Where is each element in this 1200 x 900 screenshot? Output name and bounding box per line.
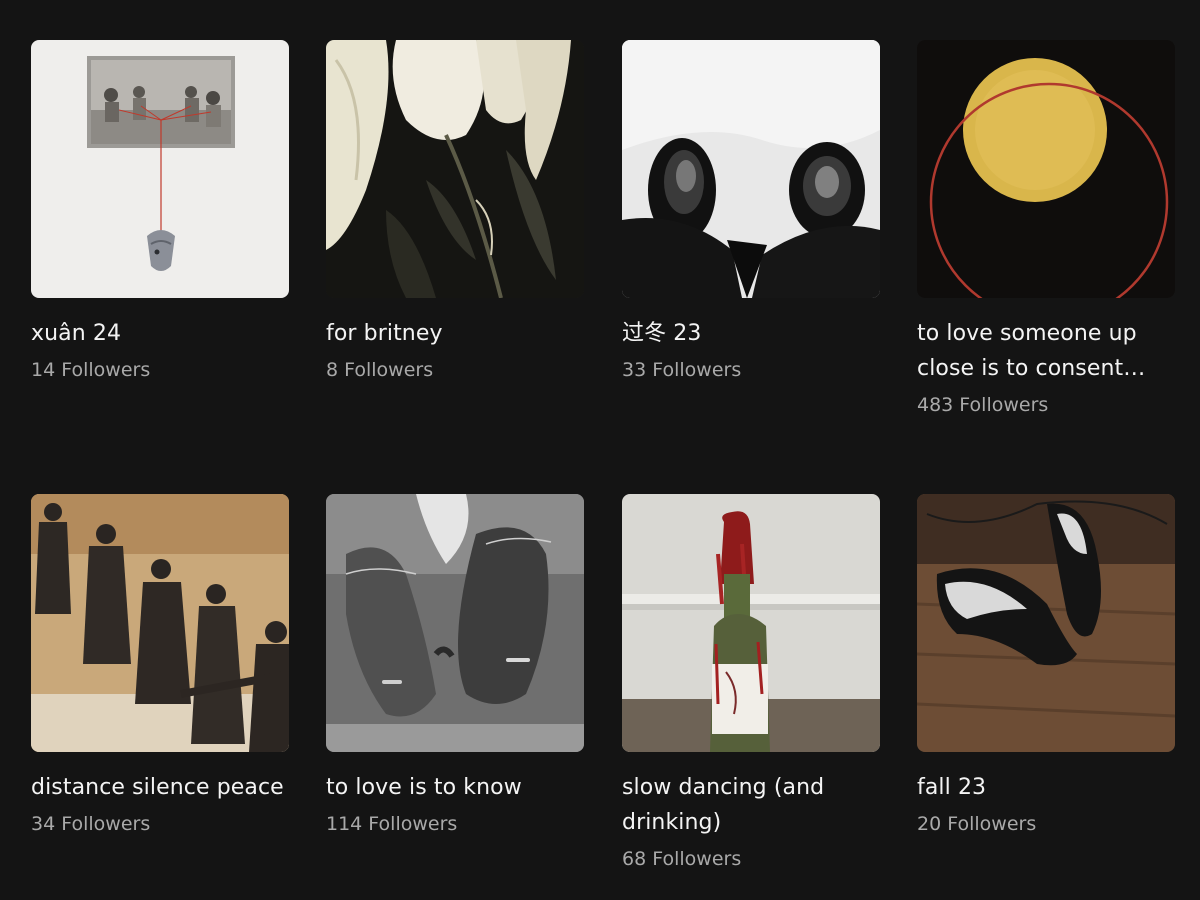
playlist-card[interactable]: slow dancing (and drinking) 68 Followers [622,494,880,874]
playlist-title[interactable]: to love someone up close is to consent… [917,316,1175,386]
cover-image-heels [917,494,1175,752]
playlist-card[interactable]: distance silence peace 34 Followers [31,494,289,839]
playlist-title[interactable]: distance silence peace [31,770,289,805]
cover-image-collage [31,40,289,298]
playlist-cover[interactable] [917,494,1175,752]
playlist-cover[interactable] [326,494,584,752]
playlist-cover[interactable] [622,494,880,752]
playlist-title[interactable]: to love is to know [326,770,584,805]
playlist-title[interactable]: fall 23 [917,770,1175,805]
cover-image-hands [326,494,584,752]
cover-image-dancers [31,494,289,752]
playlist-followers: 20 Followers [917,813,1037,835]
cover-image-circle [917,40,1175,298]
playlist-title[interactable]: 过冬 23 [622,316,880,351]
playlist-followers: 114 Followers [326,813,458,835]
cover-image-shoes-snow [622,40,880,298]
playlist-card[interactable]: to love someone up close is to consent… … [917,40,1175,420]
playlist-grid: xuân 24 14 Followers for britney 8 Follo… [0,0,1200,900]
playlist-title[interactable]: slow dancing (and drinking) [622,770,880,840]
playlist-followers: 8 Followers [326,359,434,381]
playlist-followers: 14 Followers [31,359,151,381]
playlist-card[interactable]: for britney 8 Followers [326,40,584,385]
cover-image-lilies [326,40,584,298]
playlist-card[interactable]: xuân 24 14 Followers [31,40,289,385]
playlist-cover[interactable] [917,40,1175,298]
playlist-followers: 68 Followers [622,848,742,870]
playlist-followers: 33 Followers [622,359,742,381]
playlist-cover[interactable] [326,40,584,298]
playlist-title[interactable]: xuân 24 [31,316,289,351]
playlist-card[interactable]: fall 23 20 Followers [917,494,1175,839]
playlist-followers: 34 Followers [31,813,151,835]
cover-image-wine-bottle [622,494,880,752]
playlist-card[interactable]: to love is to know 114 Followers [326,494,584,839]
playlist-title[interactable]: for britney [326,316,584,351]
playlist-cover[interactable] [622,40,880,298]
playlist-card[interactable]: 过冬 23 33 Followers [622,40,880,385]
playlist-followers: 483 Followers [917,394,1049,416]
playlist-cover[interactable] [31,494,289,752]
playlist-cover[interactable] [31,40,289,298]
